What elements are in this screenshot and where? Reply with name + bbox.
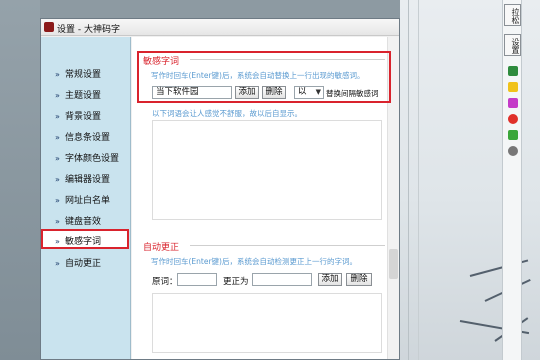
green-icon[interactable] — [508, 66, 518, 76]
sidebar-item-label: 常规设置 — [65, 70, 102, 80]
title-bar: 设置 - 大神码字 — [41, 19, 399, 36]
chevron-right-icon: » — [55, 70, 60, 79]
original-word-label: 原词： — [152, 277, 178, 287]
autocorrect-delete-button[interactable]: 删除 — [346, 273, 372, 286]
sidebar-item-infobar[interactable]: » 信息条设置 — [55, 130, 110, 144]
correct-word-input[interactable] — [252, 273, 312, 286]
chevron-right-icon: » — [55, 133, 60, 142]
sidebar-item-autocorrect[interactable]: » 自动更正 — [55, 256, 101, 270]
chevron-right-icon: » — [55, 91, 60, 100]
sidebar-item-keyboard-sound[interactable]: » 键盘音效 — [55, 214, 101, 228]
sidebar-item-label: 背景设置 — [65, 112, 102, 122]
window-title: 设置 - 大神码字 — [57, 25, 120, 35]
sidebar-item-editor[interactable]: » 编辑器设置 — [55, 172, 110, 186]
sensitive-note: 以下词语会让人感觉不舒服，故以后自显示。 — [152, 109, 302, 118]
desktop-line — [418, 0, 419, 360]
chevron-right-icon: » — [55, 175, 60, 184]
chevron-right-icon: » — [55, 154, 60, 163]
chevron-right-icon: » — [55, 259, 60, 268]
autocorrect-hint: 写作时回车(Enter键)后，系统会自动检测更正上一行的字词。 — [151, 257, 357, 266]
sidebar-item-label: 网址白名单 — [65, 196, 111, 206]
strip-button-settings[interactable]: 设置 — [504, 34, 521, 56]
sidebar-item-theme[interactable]: » 主题设置 — [55, 88, 101, 102]
sidebar-item-general[interactable]: » 常规设置 — [55, 67, 101, 81]
pin-icon[interactable] — [508, 146, 518, 156]
chevron-right-icon: » — [55, 196, 60, 205]
autocorrect-section-title: 自动更正 — [143, 243, 180, 253]
leaf-icon[interactable] — [508, 130, 518, 140]
side-strip: 拉松 设置 — [502, 0, 522, 360]
settings-sidebar: » 常规设置 » 主题设置 » 背景设置 » 信息条设置 » 字体颜色设置 » 编辑器设置 … — [41, 37, 131, 359]
music-icon[interactable] — [508, 98, 518, 108]
sidebar-item-font-color[interactable]: » 字体颜色设置 — [55, 151, 119, 165]
sidebar-item-url-whitelist[interactable]: » 网址白名单 — [55, 193, 110, 207]
sensitive-word-list[interactable] — [152, 120, 382, 220]
star-icon[interactable] — [508, 114, 518, 124]
autocorrect-add-button[interactable]: 添加 — [318, 273, 342, 286]
original-word-input[interactable] — [177, 273, 217, 286]
sidebar-item-label: 主题设置 — [65, 91, 102, 101]
sidebar-item-background[interactable]: » 背景设置 — [55, 109, 101, 123]
sidebar-item-label: 敏感字词 — [65, 237, 102, 247]
scroll-thumb[interactable] — [389, 249, 398, 279]
desktop-left — [0, 0, 40, 360]
correct-to-label: 更正为 — [223, 277, 249, 287]
desktop-line — [408, 0, 409, 360]
sidebar-item-label: 字体颜色设置 — [65, 154, 120, 164]
sidebar-item-label: 编辑器设置 — [65, 175, 111, 185]
autocorrect-list[interactable] — [152, 293, 382, 353]
yellow-icon[interactable] — [508, 82, 518, 92]
sidebar-item-label: 键盘音效 — [65, 217, 102, 227]
sensitive-highlight-box — [137, 51, 391, 103]
strip-button-1[interactable]: 拉松 — [504, 4, 521, 26]
app-icon — [44, 22, 54, 32]
sidebar-item-label: 自动更正 — [65, 259, 102, 269]
sidebar-item-label: 信息条设置 — [65, 133, 111, 143]
sidebar-item-sensitive-words[interactable]: » 敏感字词 — [41, 229, 129, 249]
chevron-right-icon: » — [55, 237, 60, 246]
section-divider — [190, 245, 385, 246]
chevron-right-icon: » — [55, 112, 60, 121]
chevron-right-icon: » — [55, 217, 60, 226]
